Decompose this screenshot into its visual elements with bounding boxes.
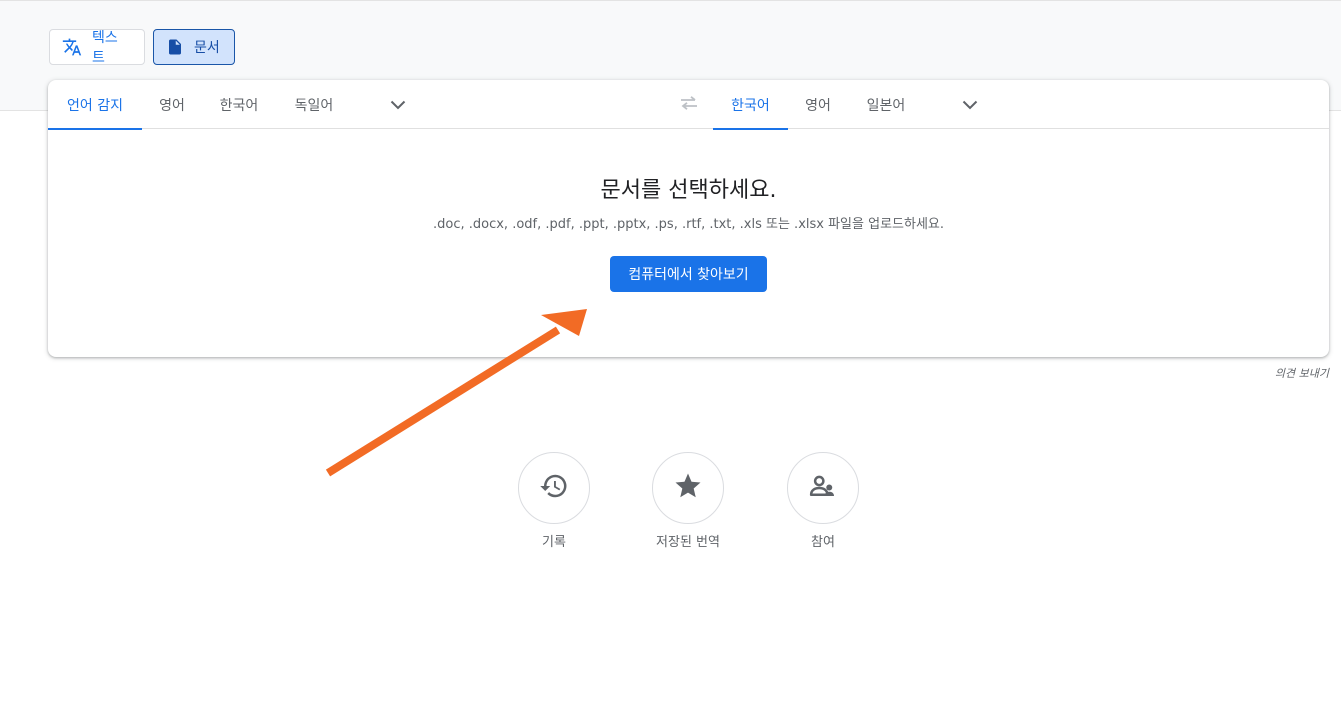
- target-tab-label: 영어: [805, 97, 831, 114]
- document-icon: [166, 38, 184, 56]
- history-button[interactable]: [518, 452, 590, 524]
- translate-icon: [62, 37, 82, 57]
- document-mode-label: 문서: [194, 40, 220, 56]
- source-language-more-button[interactable]: [384, 92, 412, 117]
- star-icon: [673, 471, 703, 505]
- document-translate-card: 언어 감지 영어 한국어 독일어 한국어 영어 일본어 문서를 선택하세요. .…: [48, 80, 1329, 357]
- source-tab-label: 한국어: [219, 97, 259, 114]
- saved-label: 저장된 번역: [656, 535, 720, 550]
- target-language-more-button[interactable]: [956, 92, 984, 117]
- target-tab-korean[interactable]: 한국어: [713, 80, 788, 130]
- target-tab-label: 한국어: [731, 97, 770, 114]
- source-tab-label: 독일어: [294, 97, 334, 114]
- swap-icon: [679, 95, 699, 114]
- community-shortcut[interactable]: 참여: [778, 452, 868, 550]
- target-tab-japanese[interactable]: 일본어: [848, 80, 924, 129]
- text-mode-button[interactable]: 텍스트: [49, 29, 145, 66]
- swap-languages-button[interactable]: [674, 92, 704, 117]
- document-mode-button[interactable]: 문서: [153, 29, 235, 65]
- document-title: 문서를 선택하세요.: [600, 178, 777, 203]
- history-icon: [539, 471, 569, 505]
- community-icon: [808, 471, 838, 505]
- source-tab-label: 언어 감지: [67, 97, 123, 114]
- saved-button[interactable]: [652, 452, 724, 524]
- supported-formats-text: .doc, .docx, .odf, .pdf, .ppt, .pptx, .p…: [433, 217, 944, 232]
- chevron-down-icon: [962, 95, 978, 114]
- saved-shortcut[interactable]: 저장된 번역: [643, 452, 733, 550]
- community-button[interactable]: [787, 452, 859, 524]
- community-label: 참여: [811, 535, 835, 550]
- target-tab-label: 일본어: [866, 97, 906, 114]
- target-tab-english[interactable]: 영어: [788, 80, 848, 129]
- language-bar: 언어 감지 영어 한국어 독일어 한국어 영어 일본어: [48, 80, 1329, 130]
- browse-computer-button[interactable]: 컴퓨터에서 찾아보기: [610, 256, 767, 292]
- text-mode-label: 텍스트: [92, 30, 118, 66]
- source-tab-german[interactable]: 독일어: [276, 80, 352, 129]
- send-feedback-link[interactable]: 의견 보내기: [1275, 365, 1329, 381]
- history-label: 기록: [542, 535, 566, 550]
- chevron-down-icon: [390, 95, 406, 114]
- source-tab-detect[interactable]: 언어 감지: [48, 80, 142, 130]
- source-tab-label: 영어: [159, 97, 185, 114]
- source-tab-english[interactable]: 영어: [142, 80, 202, 129]
- source-tab-korean[interactable]: 한국어: [202, 80, 276, 129]
- history-shortcut[interactable]: 기록: [509, 452, 599, 550]
